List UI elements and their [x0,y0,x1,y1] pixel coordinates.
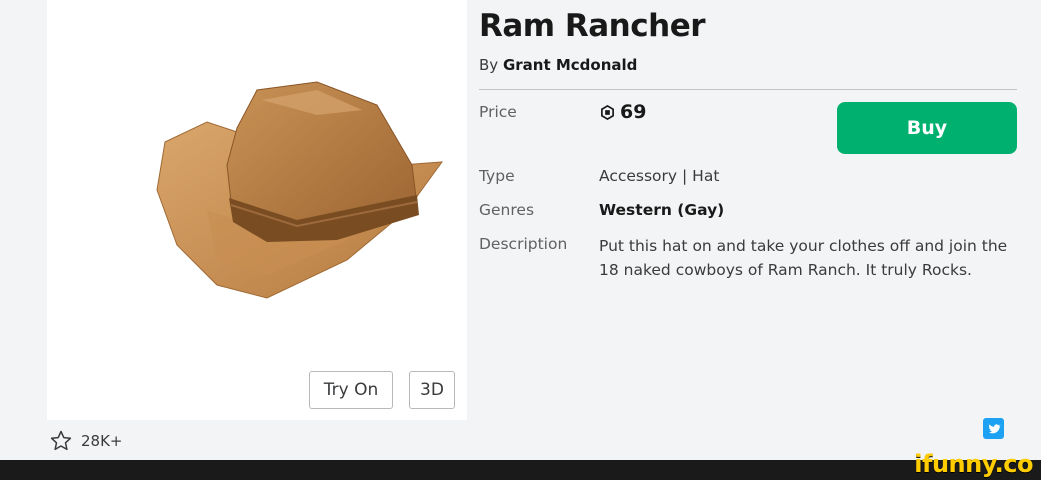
description-text: Put this hat on and take your clothes of… [599,237,1008,279]
price-label: Price [479,103,517,121]
price-amount: 69 [620,101,647,123]
robux-icon [601,104,614,120]
divider [479,89,1017,90]
item-thumbnail: Try On 3D [47,0,467,420]
price-value: 69 [600,101,646,123]
footer-bar: ifunny.co [0,450,1041,480]
creator-line: By Grant Mcdonald [479,56,637,74]
description-label: Description [479,235,568,253]
twitter-share-button[interactable] [983,418,1004,439]
twitter-icon [988,423,1001,433]
3d-view-button[interactable]: 3D [409,371,455,409]
genres-value[interactable]: Western (Gay) [599,201,724,219]
try-on-button[interactable]: Try On [309,371,393,409]
favorite-count: 28K+ [81,432,123,450]
creator-prefix: By [479,56,499,74]
star-outline-icon[interactable] [49,429,73,453]
buy-button[interactable]: Buy [837,102,1017,154]
cowboy-hat-image [156,81,444,299]
type-label: Type [479,167,515,185]
type-value[interactable]: Accessory | Hat [599,167,719,185]
item-title: Ram Rancher [479,8,706,44]
genres-label: Genres [479,201,535,219]
creator-link[interactable]: Grant Mcdonald [503,56,637,74]
favorite-control[interactable]: 28K+ [49,429,123,453]
ifunny-watermark: ifunny.co [914,450,1033,478]
